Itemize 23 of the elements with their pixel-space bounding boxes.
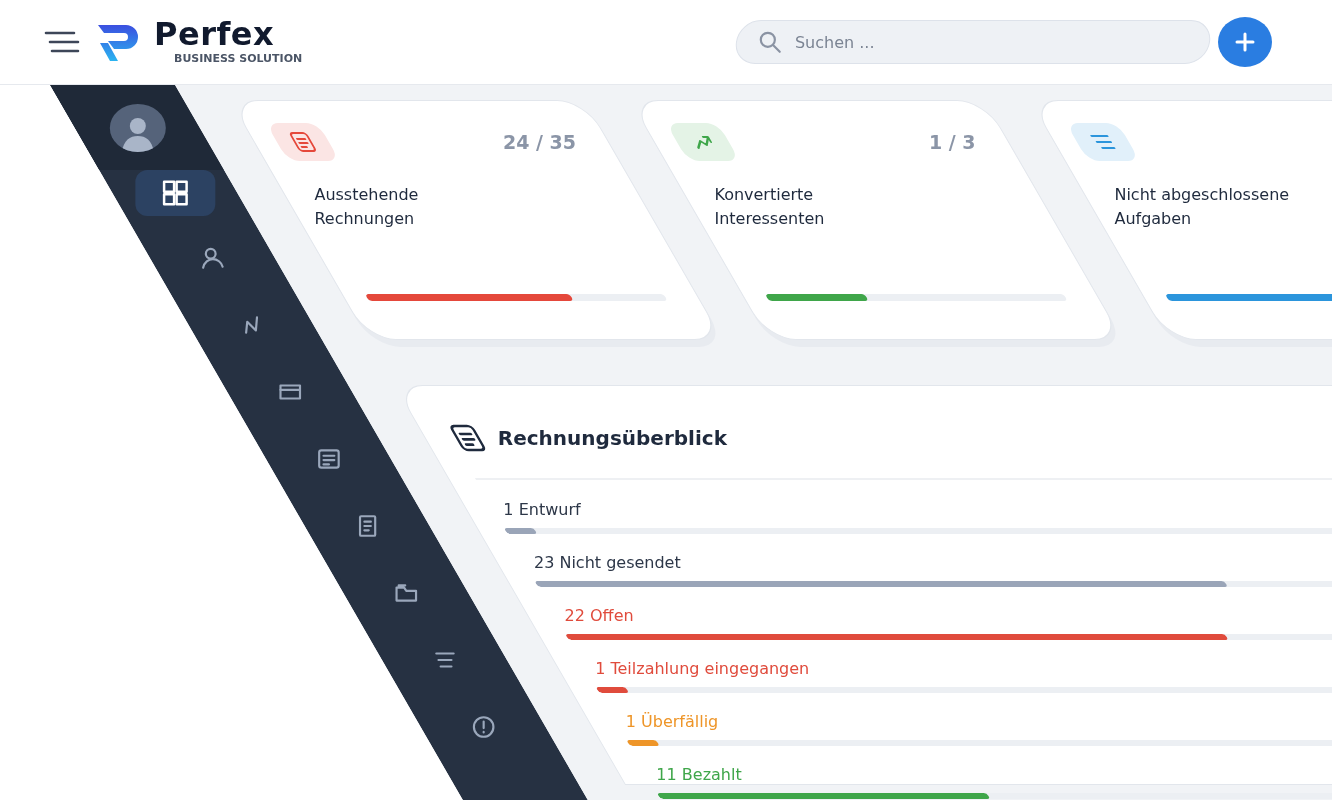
stat-title: Ausstehende Rechnungen — [314, 184, 420, 230]
user-icon — [199, 245, 226, 271]
status-label: 1 Überfällig — [625, 712, 719, 732]
stat-title: Nicht abgeschlossene Aufgaben — [1114, 184, 1291, 230]
info-icon — [470, 714, 497, 740]
status-label: 1 Teilzahlung eingegangen — [595, 659, 810, 679]
logo-subtitle: BUSINESS SOLUTION — [174, 51, 303, 65]
stat-title: Konvertierte Interessenten — [714, 184, 826, 230]
panel-title: Rechnungsüberblick — [497, 426, 727, 450]
menu-icon[interactable] — [44, 30, 80, 54]
search-icon — [757, 29, 783, 55]
logo-title: Perfex — [154, 15, 276, 52]
stat-count: 24 / 35 — [502, 131, 576, 153]
status-label: 22 Offen — [564, 606, 634, 626]
add-button[interactable] — [1218, 17, 1272, 67]
search-input[interactable]: Suchen ... — [793, 31, 1189, 53]
status-label: 23 Nicht gesendet — [533, 553, 681, 573]
stat-count: 1 / 3 — [929, 131, 976, 153]
plus-icon — [1234, 31, 1256, 53]
status-label: 11 Bezahlt — [656, 765, 742, 785]
document-icon — [315, 446, 342, 472]
sidebar-item[interactable] — [134, 170, 215, 216]
status-label: 1 Entwurf — [503, 500, 581, 520]
